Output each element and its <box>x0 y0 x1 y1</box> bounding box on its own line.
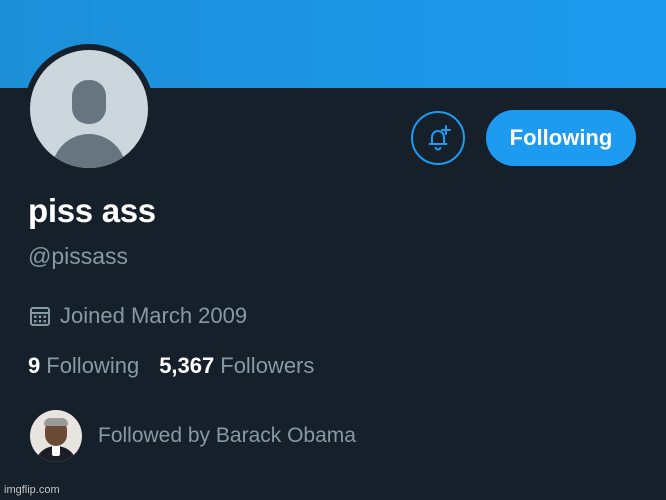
followed-by-row[interactable]: Followed by Barack Obama <box>30 410 356 462</box>
profile-name: piss ass <box>28 192 156 229</box>
followers-count: 5,367 <box>159 353 215 378</box>
calendar-icon <box>30 307 50 326</box>
following-button[interactable]: Following <box>486 110 636 166</box>
profile-avatar[interactable] <box>24 44 154 174</box>
followers-count-link[interactable]: 5,367 Followers <box>159 353 314 379</box>
follow-counts: 9 Following 5,367 Followers <box>28 353 314 379</box>
followed-by-text: Followed by Barack Obama <box>98 424 356 447</box>
joined-text: Joined March 2009 <box>60 303 248 328</box>
followers-label: Followers <box>220 353 315 378</box>
following-count: 9 <box>28 353 41 378</box>
default-avatar-icon <box>30 50 148 168</box>
following-count-link[interactable]: 9 Following <box>28 353 139 379</box>
joined-date: Joined March 2009 <box>28 303 247 329</box>
bell-plus-icon <box>428 125 451 151</box>
notifications-button[interactable] <box>411 111 465 165</box>
watermark: imgflip.com <box>4 484 60 496</box>
follower-avatar <box>30 410 82 462</box>
profile-handle: @pissass <box>28 243 129 269</box>
following-label: Following <box>46 353 140 378</box>
